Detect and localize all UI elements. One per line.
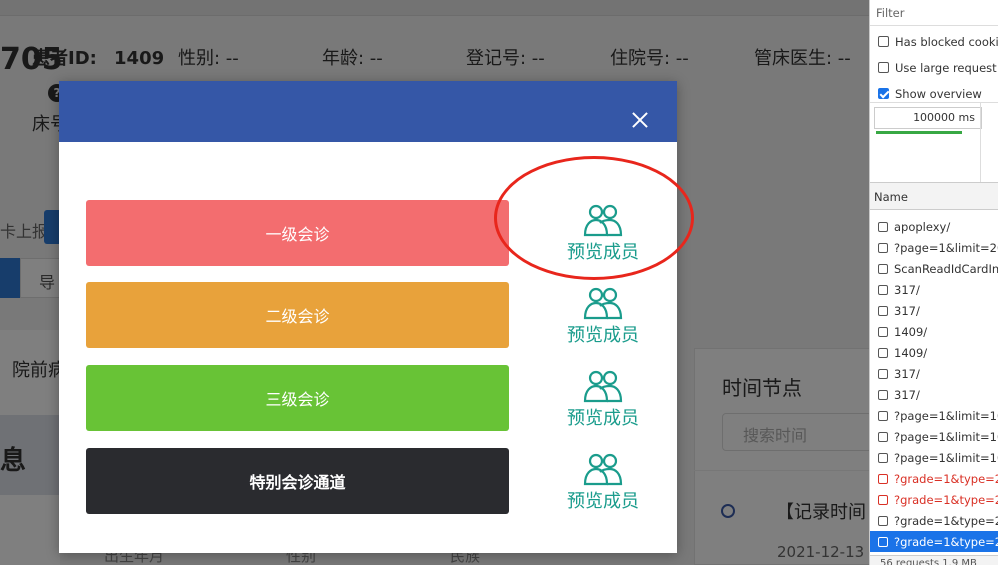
request-row[interactable]: ?page=1&limit=100 [870,405,998,426]
level-3-consult-button[interactable]: 三级会诊 [86,365,509,431]
users-icon [583,287,623,320]
option-show-overview[interactable]: Show overview [870,78,998,104]
request-name: ?grade=1&type=2 [894,513,998,528]
consultation-modal: 一级会诊 二级会诊 三级会诊 特别会诊通道 预览成员 预览成员 预览成员 预览成… [59,81,677,553]
request-list: apoplexy/ ?page=1&limit=20&ScanReadIdCard… [870,216,998,552]
level-2-consult-label: 二级会诊 [265,307,330,326]
users-icon [583,370,623,403]
checkbox-icon[interactable] [878,263,888,274]
checkbox-icon[interactable] [878,305,888,316]
request-name: ?grade=1&type=2 [894,534,998,549]
checkbox-icon[interactable] [878,536,888,547]
preview-members-label: 预览成员 [567,325,639,346]
checkbox-icon[interactable] [878,473,888,484]
level-2-consult-button[interactable]: 二级会诊 [86,282,509,348]
request-name: ?page=1&limit=100 [894,429,998,444]
preview-members-label: 预览成员 [567,491,639,512]
request-row[interactable]: ScanReadIdCardInfo [870,258,998,279]
checkbox-icon[interactable] [878,410,888,421]
request-row[interactable]: 1409/ [870,321,998,342]
preview-members-label: 预览成员 [567,408,639,429]
preview-members-3[interactable]: 预览成员 [563,368,643,438]
column-header-name[interactable]: Name [870,182,998,210]
request-name: 317/ [894,387,920,402]
option-blocked-cookies[interactable]: Has blocked cookies [870,26,998,52]
checkbox-icon[interactable] [878,242,888,253]
request-name: ScanReadIdCardInfo [894,261,998,276]
devtools-network-panel: Filter Has blocked cookies Use large req… [869,0,998,565]
option-large-rows[interactable]: Use large request rows [870,52,998,78]
option-show-overview-label: Show overview [895,86,982,101]
request-name: ?page=1&limit=20& [894,240,998,255]
option-large-rows-label: Use large request rows [895,60,998,75]
overview-time-label: 100000 ms [874,107,982,129]
preview-members-1[interactable]: 预览成员 [563,202,643,272]
checkbox-icon[interactable] [878,515,888,526]
request-row[interactable]: ?grade=1&type=2 [870,468,998,489]
request-name: 317/ [894,303,920,318]
overview-bar [876,131,962,134]
request-row[interactable]: ?page=1&limit=20& [870,237,998,258]
request-name: 317/ [894,366,920,381]
level-3-consult-label: 三级会诊 [265,390,330,409]
checkbox-icon[interactable] [878,368,888,379]
checkbox-icon[interactable] [878,494,888,505]
request-name: ?grade=1&type=2 [894,471,998,486]
checkbox-icon[interactable] [878,36,889,47]
devtools-status-bar: 56 requests 1.9 MB [870,555,998,565]
level-1-consult-label: 一级会诊 [265,225,330,244]
special-consult-button[interactable]: 特别会诊通道 [86,448,509,514]
request-name: ?page=1&limit=100 [894,408,998,423]
request-row[interactable]: ?grade=1&type=2 [870,531,998,552]
overview-marker [980,103,981,183]
request-row[interactable]: 317/ [870,363,998,384]
request-row[interactable]: 1409/ [870,342,998,363]
close-icon[interactable] [629,109,651,131]
request-name: 317/ [894,282,920,297]
request-row[interactable]: ?page=1&limit=100 [870,426,998,447]
request-name: ?grade=1&type=2 [894,492,998,507]
request-row[interactable]: ?page=1&limit=100 [870,447,998,468]
users-icon [583,453,623,486]
preview-members-label: 预览成员 [567,242,639,263]
users-icon [583,204,623,237]
checkbox-checked-icon[interactable] [878,88,889,99]
request-row[interactable]: apoplexy/ [870,216,998,237]
request-row[interactable]: 317/ [870,300,998,321]
preview-members-2[interactable]: 预览成员 [563,285,643,355]
request-row[interactable]: 317/ [870,384,998,405]
devtools-filter-input[interactable]: Filter [870,0,998,26]
request-name: 1409/ [894,345,928,360]
modal-header [59,81,677,142]
request-row[interactable]: ?grade=1&type=2 [870,510,998,531]
preview-members-4[interactable]: 预览成员 [563,451,643,521]
option-blocked-cookies-label: Has blocked cookies [895,34,998,49]
checkbox-icon[interactable] [878,452,888,463]
checkbox-icon[interactable] [878,431,888,442]
request-row[interactable]: 317/ [870,279,998,300]
level-1-consult-button[interactable]: 一级会诊 [86,200,509,266]
checkbox-icon[interactable] [878,326,888,337]
request-name: 1409/ [894,324,928,339]
request-name: apoplexy/ [894,219,951,234]
checkbox-icon[interactable] [878,389,888,400]
request-name: ?page=1&limit=100 [894,450,998,465]
special-consult-label: 特别会诊通道 [249,473,346,492]
checkbox-icon[interactable] [878,62,889,73]
checkbox-icon[interactable] [878,284,888,295]
checkbox-icon[interactable] [878,347,888,358]
devtools-overview[interactable]: 100000 ms [870,102,998,183]
request-row[interactable]: ?grade=1&type=2 [870,489,998,510]
checkbox-icon[interactable] [878,221,888,232]
